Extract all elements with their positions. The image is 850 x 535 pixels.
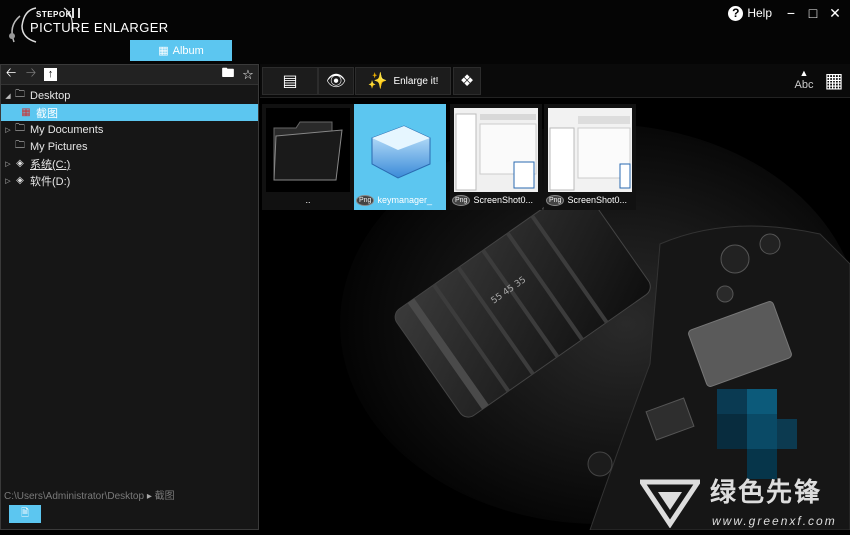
eye-icon: 👁 (325, 73, 347, 90)
main-area: 55 45 35 ▤ 👁 ✨ Enlarge it! ❖ ▲ Abc ▦ .. … (260, 64, 850, 530)
thumbnail-filename: ScreenShot0... (567, 195, 628, 205)
tree-item-desktop[interactable]: ◢ 🗀 Desktop (1, 87, 258, 104)
album-label: Album (172, 44, 204, 57)
list-icon: ▤ (282, 73, 298, 90)
app-name: PICTURE ENLARGER (30, 20, 169, 35)
magic-wand-icon: ✨ (367, 73, 388, 90)
new-folder-icon[interactable]: 🖿 (221, 64, 235, 86)
document-icon: 🗎 (20, 508, 30, 519)
thumbnail-filename: ScreenShot0... (473, 195, 534, 205)
tree-item-label: My Documents (30, 123, 104, 136)
tree-item-label: 系统(C:) (30, 158, 71, 171)
thumbnail-caption: Png keymanager_ (356, 192, 444, 208)
sort-up-icon: ▲ (799, 68, 809, 78)
expand-icon[interactable]: ▷ (3, 160, 13, 168)
thumbnail-item[interactable]: Png keymanager_ (354, 104, 446, 210)
arrow-right-icon[interactable]: 🡢 (24, 64, 38, 86)
image-folder-icon: ▦ (21, 107, 31, 118)
image-toolbar: ▤ 👁 ✨ Enlarge it! ❖ ▲ Abc ▦ (260, 64, 850, 98)
path-current: 截图 (154, 491, 175, 502)
tree-item-label: Desktop (30, 89, 71, 102)
image-thumbnail (358, 108, 442, 192)
tree-item-label: My Pictures (30, 140, 88, 153)
enlarge-button[interactable]: ✨ Enlarge it! (355, 67, 451, 95)
minimize-button[interactable]: − (780, 3, 802, 23)
sort-button[interactable]: ▲ Abc (793, 67, 815, 95)
folder-thumbnail (266, 108, 350, 192)
drive-icon: ◈ (16, 158, 24, 169)
album-button[interactable]: ▦ Album (130, 40, 232, 61)
drive-icon: ◈ (16, 175, 24, 186)
help-button[interactable]: ? Help (720, 3, 780, 23)
folder-icon: 🗀 (15, 89, 25, 100)
tree-item-label: 软件(D:) (30, 175, 71, 188)
window-controls: ? Help − □ ✕ (720, 3, 846, 23)
expand-icon[interactable]: ▷ (3, 177, 13, 185)
open-file-button[interactable]: 🗎 (9, 505, 41, 523)
title-bar: STEPOK PICTURE ENLARGER ? Help − □ ✕ ▦ A… (0, 0, 850, 64)
thumbnail-filename: keymanager_ (377, 195, 433, 205)
nav-toolbar: 🡠 🡢 ↑ 🖿 ☆ (1, 65, 258, 85)
grid-icon: ▦ (158, 45, 169, 57)
tree-item-label: 截图 (36, 107, 58, 120)
png-badge-icon: Png (452, 194, 471, 206)
path-separator-icon: ▸ (146, 491, 152, 502)
thumbnail-item[interactable]: .. (262, 104, 354, 210)
arrow-left-icon[interactable]: 🡠 (4, 64, 18, 86)
list-button[interactable]: ▤ (262, 67, 318, 95)
tree-item-drive-c[interactable]: ▷ ◈ 系统(C:) (1, 155, 258, 172)
screenshot-thumbnail (454, 108, 538, 192)
path-text: C:\Users\Administrator\Desktop (4, 491, 145, 502)
tree-item-screenshots[interactable]: ▦ 截图 (1, 104, 258, 121)
expand-icon[interactable]: ▷ (3, 126, 13, 134)
arrow-up-icon[interactable]: ↑ (44, 68, 57, 81)
grid-view-icon[interactable]: ▦ (823, 70, 845, 92)
png-badge-icon: Png (546, 194, 565, 206)
png-badge-icon: Png (356, 194, 375, 206)
help-label: Help (747, 6, 772, 20)
batch-icon: ❖ (459, 73, 475, 90)
folder-icon: 🗀 (15, 140, 25, 151)
close-button[interactable]: ✕ (824, 3, 846, 23)
watermark-logo-icon (640, 479, 700, 528)
app-logo: STEPOK PICTURE ENLARGER (6, 4, 168, 44)
thumbnail-item[interactable]: Png ScreenShot0... (450, 104, 542, 210)
path-bar: C:\Users\Administrator\Desktop ▸ 截图 (4, 487, 175, 502)
screenshot-thumbnail (548, 108, 632, 192)
folder-panel: 🡠 🡢 ↑ 🖿 ☆ ◢ 🗀 Desktop ▦ 截图 ▷ 🗀 My Docume… (0, 64, 259, 530)
tree-item-my-documents[interactable]: ▷ 🗀 My Documents (1, 121, 258, 138)
help-icon: ? (728, 5, 744, 21)
maximize-button[interactable]: □ (802, 3, 824, 23)
sort-label: Abc (794, 79, 814, 91)
thumbnail-item[interactable]: Png ScreenShot0... (544, 104, 636, 210)
tree-item-drive-d[interactable]: ▷ ◈ 软件(D:) (1, 172, 258, 189)
enlarge-label: Enlarge it! (393, 75, 439, 87)
folder-icon: 🗀 (15, 123, 25, 134)
tree-item-my-pictures[interactable]: 🗀 My Pictures (1, 138, 258, 155)
batch-button[interactable]: ❖ (453, 67, 481, 95)
brand-text: STEPOK (36, 10, 72, 19)
star-icon[interactable]: ☆ (241, 67, 255, 83)
watermark-text: 绿色先锋 (710, 477, 823, 507)
folder-tree: ◢ 🗀 Desktop ▦ 截图 ▷ 🗀 My Documents 🗀 My P… (1, 85, 258, 189)
thumbnail-caption: Png ScreenShot0... (546, 192, 634, 208)
watermark-url: www.greenxf.com (712, 514, 837, 528)
expand-icon[interactable]: ◢ (3, 92, 13, 100)
thumbnail-caption: Png ScreenShot0... (452, 192, 540, 208)
thumbnail-caption: .. (305, 195, 311, 205)
preview-button[interactable]: 👁 (318, 67, 354, 95)
